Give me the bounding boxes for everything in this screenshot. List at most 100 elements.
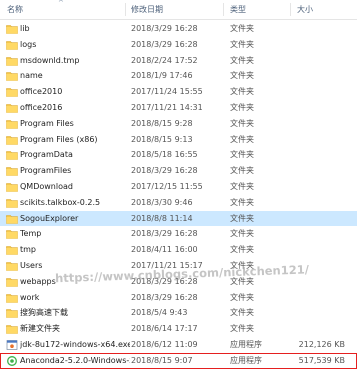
file-type: 文件夹: [230, 182, 254, 191]
file-date: 2018/4/11 16:00: [131, 245, 198, 255]
file-row[interactable]: msdownld.tmp 2018/2/24 17:52 文件夹: [0, 53, 357, 69]
file-row[interactable]: work 2018/3/29 16:28 文件夹: [0, 290, 357, 306]
file-name: Temp: [20, 229, 42, 239]
file-size: 517,539 KB: [298, 355, 345, 365]
column-divider[interactable]: [125, 3, 126, 16]
file-row[interactable]: scikits.talkbox-0.2.5 2018/3/30 9:46 文件夹: [0, 195, 357, 211]
folder-icon: [6, 214, 18, 224]
file-type: 文件夹: [230, 103, 254, 112]
folder-icon: [6, 119, 18, 129]
file-row[interactable]: office2016 2017/11/21 14:31 文件夹: [0, 100, 357, 116]
file-type: 文件夹: [230, 276, 254, 286]
file-date: 2018/2/24 17:52: [131, 55, 198, 65]
exe-icon: [6, 340, 18, 350]
file-row[interactable]: Users 2017/11/21 15:17 文件夹: [0, 258, 357, 274]
file-row[interactable]: Program Files (x86) 2018/8/15 9:13 文件夹: [0, 132, 357, 148]
file-size: [297, 276, 345, 288]
file-name: Anaconda2-5.2.0-Windows-x86_64.exe: [20, 355, 130, 365]
file-size: [297, 181, 345, 193]
file-date: 2017/11/24 15:55: [131, 87, 203, 97]
file-name: tmp: [20, 245, 37, 255]
file-row[interactable]: tmp 2018/4/11 16:00 文件夹: [0, 242, 357, 258]
file-name: 新建文件夹: [20, 324, 60, 334]
file-row[interactable]: office2010 2017/11/24 15:55 文件夹: [0, 84, 357, 100]
file-row[interactable]: QMDownload 2017/12/15 11:55 文件夹: [0, 179, 357, 195]
folder-icon: [6, 56, 18, 66]
file-row[interactable]: Program Files 2018/8/15 9:28 文件夹: [0, 116, 357, 132]
file-row[interactable]: 新建文件夹 2018/6/14 17:17 文件夹: [0, 321, 357, 337]
file-type: 文件夹: [230, 292, 254, 302]
folder-icon: [6, 293, 18, 303]
file-name: msdownld.tmp: [20, 55, 80, 65]
file-size: [297, 197, 345, 209]
file-size: [297, 118, 345, 130]
file-type: 文件夹: [230, 166, 254, 176]
file-type: 文件夹: [230, 118, 254, 128]
file-size: [297, 260, 345, 272]
file-name: Users: [20, 261, 43, 270]
file-type: 文件夹: [230, 213, 254, 223]
file-size: [297, 134, 345, 146]
file-row[interactable]: ProgramFiles 2018/3/29 16:28 文件夹: [0, 163, 357, 179]
file-type: 文件夹: [230, 197, 254, 207]
file-size: [297, 307, 345, 319]
file-type: 文件夹: [230, 24, 254, 33]
file-date: 2018/5/18 16:55: [131, 150, 198, 160]
file-size: [297, 102, 345, 114]
file-name: ProgramData: [20, 150, 73, 160]
file-row[interactable]: Temp 2018/3/29 16:28 文件夹: [0, 226, 357, 242]
file-row[interactable]: name 2018/1/9 17:46 文件夹: [0, 68, 357, 84]
folder-icon: [6, 324, 18, 334]
file-name: office2010: [20, 87, 63, 97]
folder-icon: [6, 40, 18, 50]
file-row[interactable]: Anaconda2-5.2.0-Windows-x86_64.exe2018/8…: [0, 352, 357, 369]
file-type: 文件夹: [230, 308, 254, 318]
column-header: 名称 ^ 修改日期 类型 大小: [0, 0, 357, 20]
file-type: 文件夹: [230, 245, 254, 255]
file-type: 文件夹: [230, 150, 254, 160]
file-name: logs: [20, 39, 37, 49]
file-date: 2018/3/29 16:28: [131, 292, 198, 302]
file-row[interactable]: jdk-8u172-windows-x64.exe 2018/6/12 11:09…: [0, 337, 357, 353]
folder-icon: [6, 245, 18, 255]
folder-icon: [6, 103, 18, 113]
column-size-header[interactable]: 大小: [297, 4, 313, 15]
folder-icon: [6, 229, 18, 240]
folder-icon: [6, 182, 18, 192]
file-size: [297, 244, 345, 256]
file-type: 文件夹: [230, 55, 254, 65]
file-date: 2018/3/29 16:28: [131, 276, 198, 286]
file-name: 搜狗高速下载: [20, 308, 68, 318]
file-name: office2016: [20, 103, 63, 112]
column-type-header[interactable]: 类型: [230, 4, 246, 15]
file-name: webapps: [20, 276, 56, 286]
file-row[interactable]: logs 2018/3/29 16:28 文件夹: [0, 37, 357, 53]
folder-icon: [6, 71, 18, 82]
file-row[interactable]: 搜狗高速下载 2018/5/4 9:43 文件夹: [0, 305, 357, 321]
file-date: 2018/6/14 17:17: [131, 324, 198, 334]
file-date: 2018/3/29 16:28: [131, 24, 198, 33]
file-name: Program Files (x86): [20, 134, 98, 144]
file-row[interactable]: lib 2018/3/29 16:28 文件夹: [0, 21, 357, 37]
file-date: 2018/5/4 9:43: [131, 308, 188, 318]
file-row[interactable]: SogouExplorer 2018/8/8 11:14 文件夹: [0, 210, 357, 227]
folder-icon: [6, 308, 18, 319]
file-date: 2018/3/29 16:28: [131, 39, 198, 49]
file-date: 2018/8/15 9:07: [131, 355, 193, 365]
file-date: 2018/3/29 16:28: [131, 229, 198, 239]
file-size: [297, 165, 345, 177]
file-type: 文件夹: [230, 87, 254, 97]
file-name: work: [20, 292, 40, 302]
column-date-header[interactable]: 修改日期: [131, 4, 163, 15]
file-size: [297, 213, 345, 225]
folder-icon: [6, 277, 18, 287]
folder-icon: [6, 24, 18, 34]
column-divider[interactable]: [223, 3, 224, 16]
file-name: Program Files: [20, 118, 74, 128]
column-name-header[interactable]: 名称: [7, 4, 23, 15]
file-row[interactable]: ProgramData 2018/5/18 16:55 文件夹: [0, 147, 357, 163]
column-divider[interactable]: [290, 3, 291, 16]
folder-icon: [6, 150, 18, 161]
file-row[interactable]: webapps 2018/3/29 16:28 文件夹: [0, 274, 357, 290]
file-size: [297, 70, 345, 82]
